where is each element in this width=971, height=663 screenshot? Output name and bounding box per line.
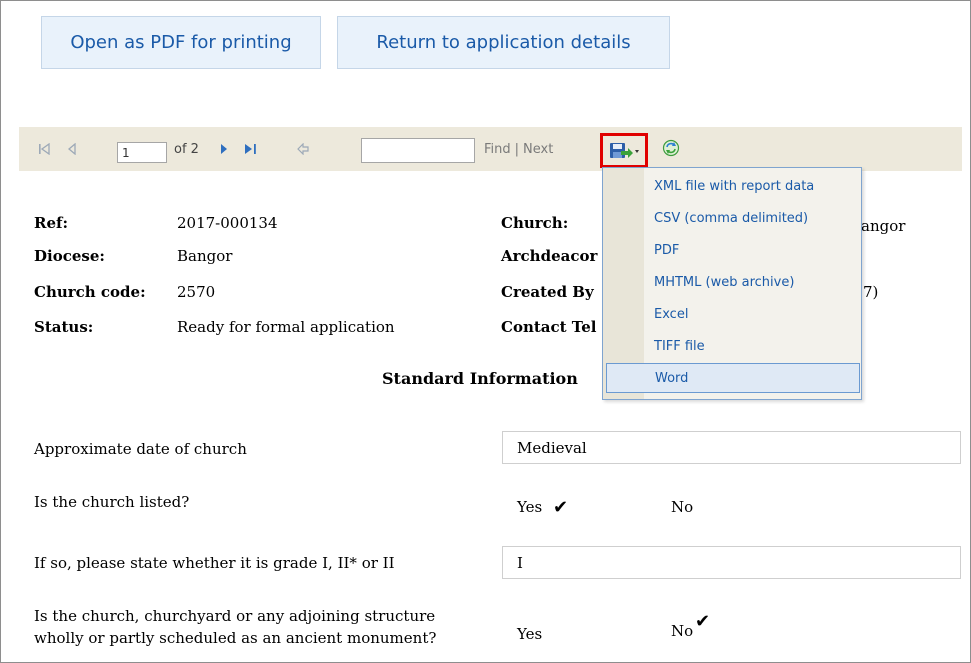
monument-no-label: No	[671, 622, 694, 640]
export-mhtml-item[interactable]: MHTML (web archive)	[644, 267, 860, 297]
diocese-label: Diocese:	[34, 247, 105, 265]
save-disk-icon	[610, 142, 639, 158]
listed-yes-tick-icon: ✔	[553, 497, 569, 518]
next-page-icon[interactable]	[214, 127, 234, 171]
report-viewer-frame: Open as PDF for printing Return to appli…	[0, 0, 971, 663]
question-grade: If so, please state whether it is grade …	[34, 554, 395, 572]
answer-grade: I	[502, 546, 961, 579]
section-title: Standard Information	[382, 369, 578, 388]
status-label: Status:	[34, 318, 94, 336]
previous-page-icon[interactable]	[62, 127, 82, 171]
first-page-icon[interactable]	[34, 127, 54, 171]
monument-yes-label: Yes	[517, 625, 543, 643]
last-page-icon[interactable]	[239, 127, 261, 171]
export-word-item[interactable]: Word	[606, 363, 860, 393]
export-dropdown-button[interactable]	[600, 133, 648, 168]
ref-label: Ref:	[34, 214, 68, 232]
ref-value: 2017-000134	[177, 214, 278, 232]
find-link[interactable]: Find	[484, 142, 511, 157]
monument-no-tick-icon: ✔	[695, 611, 711, 632]
refresh-icon[interactable]	[660, 137, 682, 159]
find-next-controls: Find | Next	[484, 127, 553, 171]
created-by-label: Created By	[501, 283, 594, 301]
back-icon[interactable]	[293, 127, 313, 171]
page-number-input[interactable]	[117, 142, 167, 163]
answer-date-of-church: Medieval	[502, 431, 961, 464]
find-text-input[interactable]	[361, 138, 475, 163]
find-separator: |	[514, 141, 520, 157]
question-ancient-monument-line1: Is the church, churchyard or any adjoini…	[34, 607, 436, 625]
page-count-label: of 2	[174, 141, 199, 157]
open-pdf-button[interactable]: Open as PDF for printing	[41, 16, 321, 69]
export-excel-item[interactable]: Excel	[644, 299, 860, 329]
export-xml-item[interactable]: XML file with report data	[644, 171, 860, 201]
archdeacon-label: Archdeacor	[501, 247, 598, 265]
status-value: Ready for formal application	[177, 318, 395, 336]
church-code-value: 2570	[177, 283, 216, 301]
church-label: Church:	[501, 214, 569, 232]
report-toolbar: of 2 Find | Next	[19, 127, 962, 171]
export-pdf-item[interactable]: PDF	[644, 235, 860, 265]
created-by-value: 7)	[863, 283, 879, 301]
export-tiff-item[interactable]: TIFF file	[644, 331, 860, 361]
church-value: angor	[861, 217, 906, 235]
diocese-value: Bangor	[177, 247, 233, 265]
listed-no-label: No	[671, 498, 694, 516]
church-code-label: Church code:	[34, 283, 146, 301]
listed-yes-label: Yes	[517, 498, 543, 516]
contact-tel-label: Contact Tel	[501, 318, 597, 336]
question-ancient-monument: Is the church, churchyard or any adjoini…	[34, 605, 436, 649]
question-church-listed: Is the church listed?	[34, 493, 190, 511]
question-date-of-church: Approximate date of church	[34, 440, 247, 458]
return-to-details-button[interactable]: Return to application details	[337, 16, 670, 69]
export-csv-item[interactable]: CSV (comma delimited)	[644, 203, 860, 233]
export-format-menu: XML file with report data CSV (comma del…	[602, 167, 862, 400]
next-link[interactable]: Next	[523, 142, 553, 157]
question-ancient-monument-line2: wholly or partly scheduled as an ancient…	[34, 629, 437, 647]
